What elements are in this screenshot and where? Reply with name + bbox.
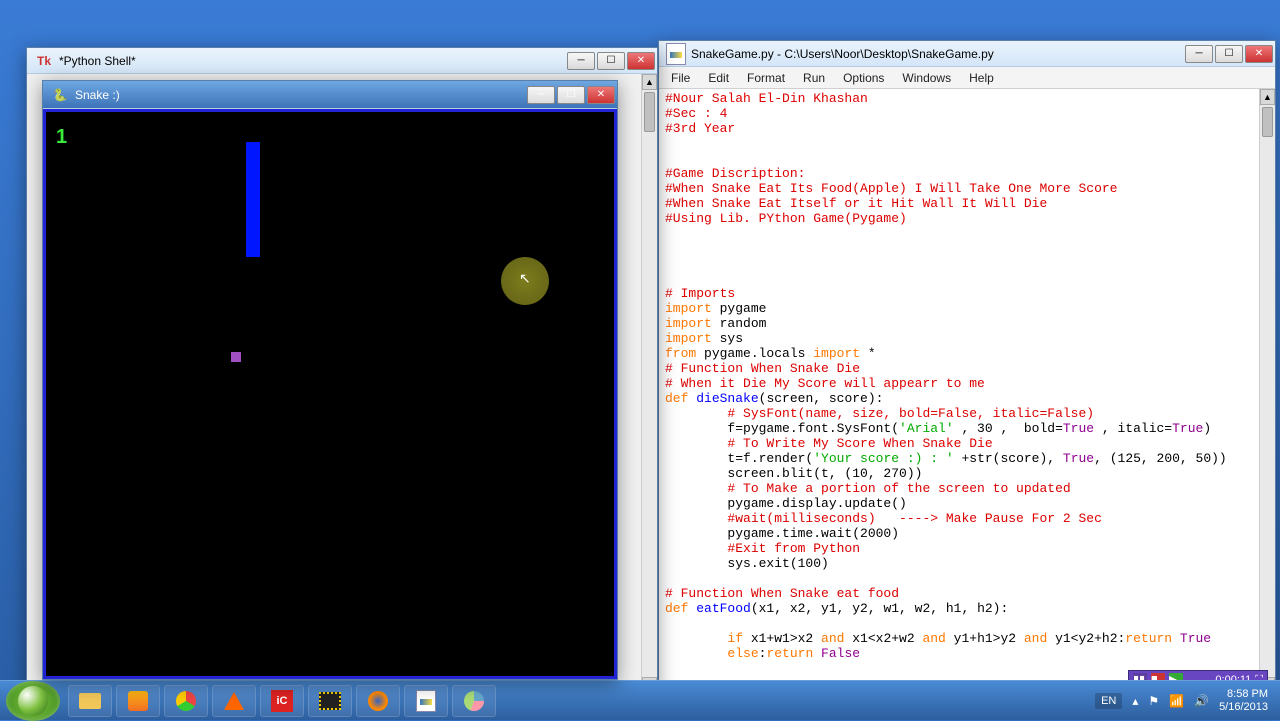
minimize-button[interactable]: ─: [567, 52, 595, 70]
taskbar-vlc[interactable]: [212, 685, 256, 717]
menu-edit[interactable]: Edit: [700, 69, 737, 87]
system-tray: EN ▴ ⚑ 📶 🔊 8:58 PM 5/16/2013: [1095, 688, 1280, 712]
shell-scrollbar[interactable]: ▲ ▼: [641, 74, 657, 693]
tk-icon: Tk: [33, 50, 55, 72]
score-display: 1: [56, 126, 67, 149]
shell-title: *Python Shell*: [59, 54, 136, 68]
python-file-icon: [415, 690, 437, 712]
idle-icon: [128, 691, 148, 711]
editor-title: SnakeGame.py - C:\Users\Noor\Desktop\Sna…: [691, 47, 994, 61]
red-app-icon: iC: [271, 690, 293, 712]
menu-file[interactable]: File: [663, 69, 698, 87]
language-indicator[interactable]: EN: [1095, 693, 1122, 709]
menu-help[interactable]: Help: [961, 69, 1002, 87]
firefox-icon: [368, 691, 388, 711]
vlc-icon: [223, 690, 245, 712]
network-icon[interactable]: 📶: [1169, 694, 1184, 708]
taskbar-media[interactable]: [308, 685, 352, 717]
taskbar-explorer[interactable]: [68, 685, 112, 717]
snake-title: Snake :): [75, 88, 120, 102]
code-editor[interactable]: #Nour Salah El-Din Khashan #Sec : 4 #3rd…: [659, 89, 1275, 711]
menu-run[interactable]: Run: [795, 69, 833, 87]
snake-game-window: 🐍 Snake :) ─ ☐ ✕ 1 ↖: [42, 80, 618, 680]
cursor-icon: ↖: [519, 270, 531, 287]
clock-date: 5/16/2013: [1219, 701, 1268, 713]
pygame-icon: 🐍: [49, 84, 71, 106]
scroll-up-arrow[interactable]: ▲: [1260, 89, 1275, 105]
volume-icon[interactable]: 🔊: [1194, 694, 1209, 708]
scroll-up-arrow[interactable]: ▲: [642, 74, 657, 90]
taskbar-firefox[interactable]: [356, 685, 400, 717]
clock-time: 8:58 PM: [1219, 688, 1268, 700]
scroll-thumb[interactable]: [1262, 107, 1273, 137]
flag-icon[interactable]: ⚑: [1148, 694, 1159, 708]
editor-scrollbar[interactable]: ▲ ▼: [1259, 89, 1275, 693]
snake-titlebar[interactable]: 🐍 Snake :) ─ ☐ ✕: [43, 81, 617, 109]
game-canvas[interactable]: 1 ↖: [43, 109, 617, 679]
taskbar-python[interactable]: [404, 685, 448, 717]
tray-expand-icon[interactable]: ▴: [1132, 694, 1138, 708]
taskbar-chrome[interactable]: [164, 685, 208, 717]
taskbar-app-red[interactable]: iC: [260, 685, 304, 717]
film-icon: [319, 692, 341, 710]
taskbar-partition[interactable]: [452, 685, 496, 717]
maximize-button[interactable]: ☐: [1215, 45, 1243, 63]
close-button[interactable]: ✕: [1245, 45, 1273, 63]
clock[interactable]: 8:58 PM 5/16/2013: [1219, 688, 1268, 712]
start-button[interactable]: [6, 681, 60, 721]
shell-titlebar[interactable]: Tk *Python Shell* ─ ☐ ✕: [27, 48, 657, 74]
menu-format[interactable]: Format: [739, 69, 793, 87]
snake-body: [246, 142, 260, 257]
taskbar: iC EN ▴ ⚑ 📶 🔊 8:58 PM 5/16/2013: [0, 680, 1280, 720]
python-icon: [665, 43, 687, 65]
maximize-button[interactable]: ☐: [557, 86, 585, 104]
editor-titlebar[interactable]: SnakeGame.py - C:\Users\Noor\Desktop\Sna…: [659, 41, 1275, 67]
chrome-icon: [176, 691, 196, 711]
minimize-button[interactable]: ─: [527, 86, 555, 104]
idle-editor-window: SnakeGame.py - C:\Users\Noor\Desktop\Sna…: [658, 40, 1276, 712]
taskbar-idle[interactable]: [116, 685, 160, 717]
minimize-button[interactable]: ─: [1185, 45, 1213, 63]
partition-icon: [464, 691, 484, 711]
close-button[interactable]: ✕: [627, 52, 655, 70]
food-apple: [231, 352, 241, 362]
maximize-button[interactable]: ☐: [597, 52, 625, 70]
folder-icon: [79, 693, 101, 709]
menu-windows[interactable]: Windows: [894, 69, 959, 87]
scroll-thumb[interactable]: [644, 92, 655, 132]
menu-options[interactable]: Options: [835, 69, 892, 87]
close-button[interactable]: ✕: [587, 86, 615, 104]
editor-menubar: File Edit Format Run Options Windows Hel…: [659, 67, 1275, 89]
windows-orb-icon: [18, 686, 48, 716]
